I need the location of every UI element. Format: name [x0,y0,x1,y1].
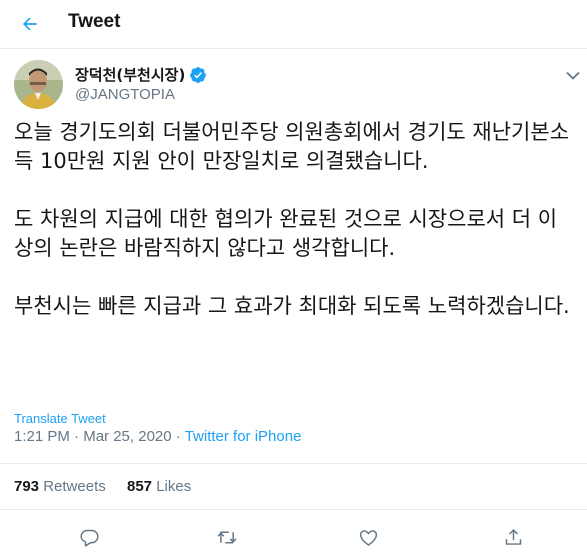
translate-tweet-link[interactable]: Translate Tweet [14,411,106,426]
back-arrow-icon [23,17,37,31]
share-icon [505,528,521,545]
likes-label: Likes [156,478,192,495]
back-button[interactable] [14,8,46,40]
header-bar: Tweet [0,0,587,49]
retweets-label: Retweets [43,478,106,495]
avatar-image [14,60,63,109]
reply-icon [79,529,99,547]
like-button[interactable] [351,520,385,554]
like-icon [359,529,377,546]
tweet-metadata: 1:21 PM · Mar 25, 2020 · Twitter for iPh… [14,428,301,445]
tweet-time[interactable]: 1:21 PM [14,428,70,445]
retweets-count: 793 [14,478,40,495]
tweet-date[interactable]: Mar 25, 2020 [83,428,171,445]
chevron-down-icon [566,71,580,80]
retweet-icon [217,531,237,543]
engagement-stats: 793 Retweets 857 Likes [0,463,587,510]
likes-stat[interactable]: 857 Likes [127,478,191,495]
retweet-button[interactable] [210,520,244,554]
tweet-text: 오늘 경기도의회 더불어민주당 의원총회에서 경기도 재난기본소득 10만원 지… [14,118,574,321]
likes-count: 857 [127,478,153,495]
avatar[interactable] [14,60,63,109]
separator: · [74,428,80,445]
author-name-row[interactable]: 장덕천(부천시장) [75,64,207,85]
separator: · [175,428,181,445]
tweet-source-link[interactable]: Twitter for iPhone [185,428,302,445]
page-title: Tweet [68,11,121,32]
retweets-stat[interactable]: 793 Retweets [14,478,106,495]
display-name[interactable]: 장덕천(부천시장) [75,64,185,85]
tweet-paragraph: 도 차원의 지급에 대한 협의가 완료된 것으로 시장으로서 더 이상의 논란은… [14,207,558,260]
more-options-button[interactable] [562,66,584,84]
author-handle[interactable]: @JANGTOPIA [75,86,175,103]
tweet-paragraph: 오늘 경기도의회 더불어민주당 의원총회에서 경기도 재난기본소득 10만원 지… [14,120,570,173]
reply-button[interactable] [72,520,106,554]
action-bar [0,516,587,557]
verified-badge-icon [189,66,207,84]
tweet-paragraph: 부천시는 빠른 지급과 그 효과가 최대화 되도록 노력하겠습니다. [14,294,570,318]
share-button[interactable] [496,520,530,554]
